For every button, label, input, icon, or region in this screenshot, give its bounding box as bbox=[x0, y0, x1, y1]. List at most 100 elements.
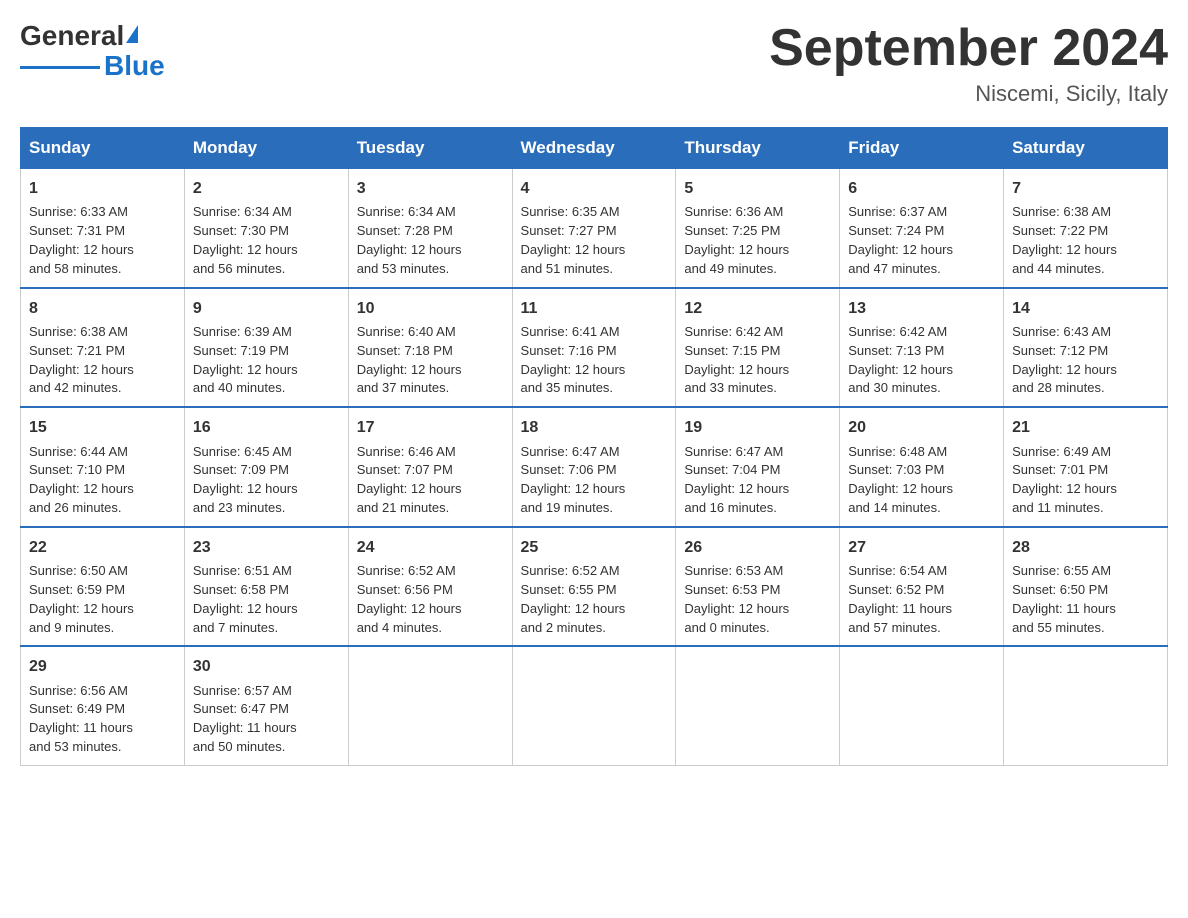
day-number: 21 bbox=[1012, 416, 1159, 439]
logo-triangle-icon bbox=[126, 25, 138, 43]
calendar-week-2: 8 Sunrise: 6:38 AMSunset: 7:21 PMDaylight… bbox=[21, 288, 1168, 408]
calendar-cell: 2 Sunrise: 6:34 AMSunset: 7:30 PMDaylight… bbox=[184, 169, 348, 288]
day-number: 25 bbox=[521, 536, 668, 559]
calendar-cell bbox=[676, 646, 840, 765]
calendar-cell: 13Sunrise: 6:42 AMSunset: 7:13 PMDayligh… bbox=[840, 288, 1004, 408]
calendar-cell: 21 Sunrise: 6:49 AMSunset: 7:01 PMDayligh… bbox=[1004, 407, 1168, 527]
location: Niscemi, Sicily, Italy bbox=[769, 81, 1168, 107]
calendar-cell: 25 Sunrise: 6:52 AMSunset: 6:55 PMDayligh… bbox=[512, 527, 676, 647]
day-number: 3 bbox=[357, 177, 504, 200]
day-number: 15 bbox=[29, 416, 176, 439]
calendar-cell: 29 Sunrise: 6:56 AMSunset: 6:49 PMDayligh… bbox=[21, 646, 185, 765]
day-info: Sunrise: 6:55 AMSunset: 6:50 PMDaylight:… bbox=[1012, 563, 1116, 635]
day-info: Sunrise: 6:52 AMSunset: 6:55 PMDaylight:… bbox=[521, 563, 626, 635]
day-number: 4 bbox=[521, 177, 668, 200]
calendar-cell: 18 Sunrise: 6:47 AMSunset: 7:06 PMDayligh… bbox=[512, 407, 676, 527]
day-info: Sunrise: 6:46 AMSunset: 7:07 PMDaylight:… bbox=[357, 444, 462, 516]
day-info: Sunrise: 6:38 AMSunset: 7:21 PMDaylight:… bbox=[29, 324, 134, 396]
calendar-week-3: 15 Sunrise: 6:44 AMSunset: 7:10 PMDayligh… bbox=[21, 407, 1168, 527]
day-number: 10 bbox=[357, 297, 504, 320]
calendar-cell: 4 Sunrise: 6:35 AMSunset: 7:27 PMDaylight… bbox=[512, 169, 676, 288]
day-number: 13 bbox=[848, 297, 995, 320]
calendar-cell: 8 Sunrise: 6:38 AMSunset: 7:21 PMDaylight… bbox=[21, 288, 185, 408]
day-info: Sunrise: 6:45 AMSunset: 7:09 PMDaylight:… bbox=[193, 444, 298, 516]
calendar-cell: 7 Sunrise: 6:38 AMSunset: 7:22 PMDaylight… bbox=[1004, 169, 1168, 288]
day-number: 11 bbox=[521, 297, 668, 320]
calendar-cell: 10 Sunrise: 6:40 AMSunset: 7:18 PMDayligh… bbox=[348, 288, 512, 408]
calendar-cell: 16 Sunrise: 6:45 AMSunset: 7:09 PMDayligh… bbox=[184, 407, 348, 527]
calendar-cell bbox=[1004, 646, 1168, 765]
calendar-week-1: 1Sunrise: 6:33 AMSunset: 7:31 PMDaylight… bbox=[21, 169, 1168, 288]
day-info: Sunrise: 6:34 AMSunset: 7:30 PMDaylight:… bbox=[193, 204, 298, 276]
day-number: 14 bbox=[1012, 297, 1159, 320]
calendar-cell: 24Sunrise: 6:52 AMSunset: 6:56 PMDayligh… bbox=[348, 527, 512, 647]
day-number: 12 bbox=[684, 297, 831, 320]
calendar-cell: 19Sunrise: 6:47 AMSunset: 7:04 PMDayligh… bbox=[676, 407, 840, 527]
day-info: Sunrise: 6:39 AMSunset: 7:19 PMDaylight:… bbox=[193, 324, 298, 396]
calendar-table: Sunday Monday Tuesday Wednesday Thursday… bbox=[20, 127, 1168, 766]
calendar-cell: 27Sunrise: 6:54 AMSunset: 6:52 PMDayligh… bbox=[840, 527, 1004, 647]
day-info: Sunrise: 6:50 AMSunset: 6:59 PMDaylight:… bbox=[29, 563, 134, 635]
day-info: Sunrise: 6:51 AMSunset: 6:58 PMDaylight:… bbox=[193, 563, 298, 635]
day-info: Sunrise: 6:40 AMSunset: 7:18 PMDaylight:… bbox=[357, 324, 462, 396]
calendar-cell: 3 Sunrise: 6:34 AMSunset: 7:28 PMDaylight… bbox=[348, 169, 512, 288]
calendar-cell: 20 Sunrise: 6:48 AMSunset: 7:03 PMDayligh… bbox=[840, 407, 1004, 527]
day-number: 16 bbox=[193, 416, 340, 439]
calendar-cell bbox=[512, 646, 676, 765]
day-number: 17 bbox=[357, 416, 504, 439]
day-info: Sunrise: 6:47 AMSunset: 7:06 PMDaylight:… bbox=[521, 444, 626, 516]
logo-blue-text: Blue bbox=[104, 50, 165, 82]
day-info: Sunrise: 6:53 AMSunset: 6:53 PMDaylight:… bbox=[684, 563, 789, 635]
logo: General Blue bbox=[20, 20, 165, 82]
header-thursday: Thursday bbox=[676, 128, 840, 169]
day-number: 2 bbox=[193, 177, 340, 200]
weekday-header-row: Sunday Monday Tuesday Wednesday Thursday… bbox=[21, 128, 1168, 169]
day-info: Sunrise: 6:56 AMSunset: 6:49 PMDaylight:… bbox=[29, 683, 133, 755]
calendar-week-4: 22 Sunrise: 6:50 AMSunset: 6:59 PMDayligh… bbox=[21, 527, 1168, 647]
header-wednesday: Wednesday bbox=[512, 128, 676, 169]
day-number: 19 bbox=[684, 416, 831, 439]
calendar-cell: 22 Sunrise: 6:50 AMSunset: 6:59 PMDayligh… bbox=[21, 527, 185, 647]
day-number: 18 bbox=[521, 416, 668, 439]
day-number: 7 bbox=[1012, 177, 1159, 200]
day-info: Sunrise: 6:57 AMSunset: 6:47 PMDaylight:… bbox=[193, 683, 297, 755]
calendar-cell bbox=[840, 646, 1004, 765]
day-info: Sunrise: 6:38 AMSunset: 7:22 PMDaylight:… bbox=[1012, 204, 1117, 276]
day-info: Sunrise: 6:54 AMSunset: 6:52 PMDaylight:… bbox=[848, 563, 952, 635]
calendar-cell: 5 Sunrise: 6:36 AMSunset: 7:25 PMDaylight… bbox=[676, 169, 840, 288]
header-sunday: Sunday bbox=[21, 128, 185, 169]
day-info: Sunrise: 6:44 AMSunset: 7:10 PMDaylight:… bbox=[29, 444, 134, 516]
calendar-cell bbox=[348, 646, 512, 765]
calendar-cell: 17 Sunrise: 6:46 AMSunset: 7:07 PMDayligh… bbox=[348, 407, 512, 527]
logo-general-text: General bbox=[20, 20, 124, 52]
day-info: Sunrise: 6:36 AMSunset: 7:25 PMDaylight:… bbox=[684, 204, 789, 276]
day-info: Sunrise: 6:41 AMSunset: 7:16 PMDaylight:… bbox=[521, 324, 626, 396]
day-number: 22 bbox=[29, 536, 176, 559]
day-info: Sunrise: 6:37 AMSunset: 7:24 PMDaylight:… bbox=[848, 204, 953, 276]
day-info: Sunrise: 6:48 AMSunset: 7:03 PMDaylight:… bbox=[848, 444, 953, 516]
calendar-cell: 28Sunrise: 6:55 AMSunset: 6:50 PMDayligh… bbox=[1004, 527, 1168, 647]
day-number: 26 bbox=[684, 536, 831, 559]
day-number: 20 bbox=[848, 416, 995, 439]
day-number: 5 bbox=[684, 177, 831, 200]
calendar-cell: 23 Sunrise: 6:51 AMSunset: 6:58 PMDayligh… bbox=[184, 527, 348, 647]
day-info: Sunrise: 6:43 AMSunset: 7:12 PMDaylight:… bbox=[1012, 324, 1117, 396]
day-info: Sunrise: 6:34 AMSunset: 7:28 PMDaylight:… bbox=[357, 204, 462, 276]
title-area: September 2024 Niscemi, Sicily, Italy bbox=[769, 20, 1168, 107]
day-number: 29 bbox=[29, 655, 176, 678]
day-number: 23 bbox=[193, 536, 340, 559]
day-number: 8 bbox=[29, 297, 176, 320]
month-title: September 2024 bbox=[769, 20, 1168, 77]
day-number: 1 bbox=[29, 177, 176, 200]
calendar-cell: 26 Sunrise: 6:53 AMSunset: 6:53 PMDayligh… bbox=[676, 527, 840, 647]
day-info: Sunrise: 6:42 AMSunset: 7:15 PMDaylight:… bbox=[684, 324, 789, 396]
header-monday: Monday bbox=[184, 128, 348, 169]
day-number: 24 bbox=[357, 536, 504, 559]
calendar-cell: 14 Sunrise: 6:43 AMSunset: 7:12 PMDayligh… bbox=[1004, 288, 1168, 408]
calendar-cell: 11 Sunrise: 6:41 AMSunset: 7:16 PMDayligh… bbox=[512, 288, 676, 408]
calendar-cell: 12 Sunrise: 6:42 AMSunset: 7:15 PMDayligh… bbox=[676, 288, 840, 408]
day-info: Sunrise: 6:35 AMSunset: 7:27 PMDaylight:… bbox=[521, 204, 626, 276]
header-saturday: Saturday bbox=[1004, 128, 1168, 169]
logo-line bbox=[20, 66, 100, 69]
day-info: Sunrise: 6:49 AMSunset: 7:01 PMDaylight:… bbox=[1012, 444, 1117, 516]
